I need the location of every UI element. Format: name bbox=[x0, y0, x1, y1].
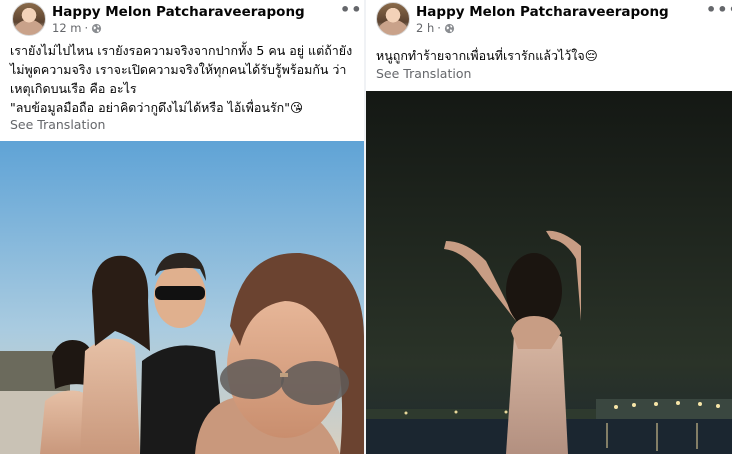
post-left: Happy Melon Patcharaveerapong 12 m · •••… bbox=[0, 0, 366, 454]
more-options-icon[interactable]: ••• bbox=[706, 0, 732, 19]
avatar[interactable] bbox=[12, 2, 46, 36]
see-translation-link[interactable]: See Translation bbox=[376, 66, 471, 81]
author-name[interactable]: Happy Melon Patcharaveerapong bbox=[52, 4, 305, 20]
post-time[interactable]: 12 m bbox=[52, 21, 82, 35]
see-translation-link[interactable]: See Translation bbox=[10, 117, 105, 132]
post-photo[interactable] bbox=[0, 141, 364, 454]
post-meta: 12 m · bbox=[52, 21, 102, 35]
post-text-line: หนูถูกทำร้ายจากเพื่อนที่เรารักแล้วไว้ใจ😔 bbox=[376, 48, 598, 63]
post-header: Happy Melon Patcharaveerapong 12 m · ••• bbox=[0, 0, 366, 40]
post-photo[interactable] bbox=[366, 91, 732, 454]
author-name[interactable]: Happy Melon Patcharaveerapong bbox=[416, 4, 669, 20]
post-text-line: เรายังไม่ไปไหน เรายังรอความจริงจากปากทั้… bbox=[10, 43, 353, 58]
globe-icon bbox=[444, 23, 455, 33]
post-time[interactable]: 2 h bbox=[416, 21, 434, 35]
screenshot-collage: Happy Melon Patcharaveerapong 12 m · •••… bbox=[0, 0, 732, 454]
post-meta: 2 h · bbox=[416, 21, 455, 35]
post-text: เรายังไม่ไปไหน เรายังรอความจริงจากปากทั้… bbox=[10, 41, 362, 117]
globe-icon bbox=[92, 23, 102, 33]
post-text-line: ไม่พูดความจริง เราจะเปิดความจริงให้ทุกคน… bbox=[10, 62, 347, 77]
post-text: หนูถูกทำร้ายจากเพื่อนที่เรารักแล้วไว้ใจ😔 bbox=[376, 46, 726, 65]
post-header: Happy Melon Patcharaveerapong 2 h · ••• bbox=[366, 0, 732, 40]
post-text-line: "ลบข้อมูลมือถือ อย่าคิดว่ากูดึงไม่ได้หรื… bbox=[10, 100, 304, 115]
post-right: Happy Melon Patcharaveerapong 2 h · ••• … bbox=[366, 0, 732, 454]
post-text-line: เหตุเกิดบนเรือ คือ อะไร bbox=[10, 81, 137, 96]
more-options-icon[interactable]: ••• bbox=[340, 0, 366, 19]
avatar[interactable] bbox=[376, 2, 410, 36]
